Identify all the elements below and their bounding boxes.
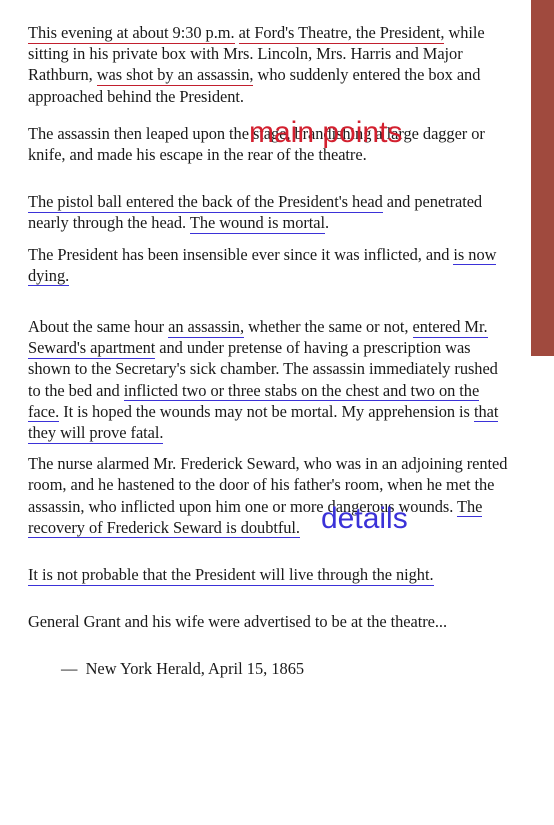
decorative-accent-bar: [531, 0, 554, 356]
paragraph-seward-attack: About the same hour an assassin, whether…: [28, 316, 511, 444]
text-run: The President has been insensible ever s…: [28, 244, 454, 264]
paragraph-wound-description: The pistol ball entered the back of the …: [28, 191, 511, 234]
text-run: General Grant and his wife were advertis…: [28, 612, 448, 632]
text-run: The nurse alarmed Mr. Frederick Seward, …: [28, 454, 508, 516]
paragraph-assassination-report: This evening at about 9:30 p.m. at Ford'…: [28, 22, 511, 107]
highlight-not-probable-live: It is not probable that the President wi…: [28, 565, 434, 586]
paragraph-frederick-seward: The nurse alarmed Mr. Frederick Seward, …: [28, 453, 511, 539]
source-attribution: — New York Herald, April 15, 1865: [28, 658, 511, 679]
text-run: whether the same or not,: [244, 317, 413, 337]
highlight-wound-is-mortal: The wound is mortal: [189, 213, 326, 234]
highlight-an-assassin: an assassin,: [168, 317, 245, 338]
annotation-details: details: [321, 502, 408, 535]
highlight-pistol-ball-entered: The pistol ball entered the back of the …: [28, 192, 383, 213]
highlight-time-of-shooting: This evening at about 9:30 p.m.: [28, 23, 235, 44]
highlight-location-and-president: at Ford's Theatre, the President,: [238, 23, 445, 44]
text-run: About the same hour: [28, 317, 169, 337]
annotation-main-points: main points: [249, 116, 403, 149]
paragraph-general-grant: General Grant and his wife were advertis…: [28, 611, 511, 632]
text-run: [235, 23, 239, 42]
paragraph-president-dying: The President has been insensible ever s…: [28, 244, 511, 287]
text-run: .: [325, 213, 330, 233]
em-dash: —: [61, 659, 78, 679]
paragraph-president-prognosis: It is not probable that the President wi…: [28, 564, 511, 586]
highlight-shot-by-assassin: was shot by an assassin,: [96, 65, 254, 86]
attribution-text: New York Herald, April 15, 1865: [85, 659, 305, 679]
text-run: It is hoped the wounds may not be mortal…: [59, 401, 474, 421]
